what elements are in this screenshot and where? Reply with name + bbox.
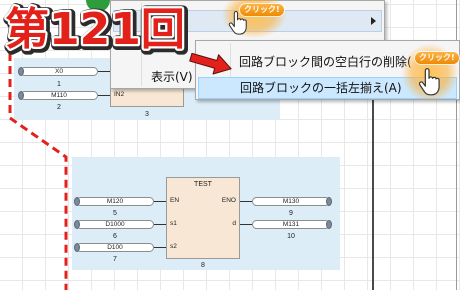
element-number: 8: [201, 262, 205, 269]
device-name: M110: [51, 92, 67, 99]
pin-label: d: [232, 220, 236, 227]
input-device-label[interactable]: M110: [18, 91, 98, 100]
input-device-label[interactable]: M120: [74, 197, 154, 206]
device-name: D100: [107, 244, 123, 251]
wire: [154, 247, 166, 248]
pin-label: IN2: [114, 91, 125, 98]
hand-pointer-icon: [418, 68, 440, 96]
submenu-item-label: 回路ブロック間の空白行の削除(: [239, 55, 412, 69]
wire: [240, 201, 252, 202]
chevron-right-icon: [371, 17, 376, 25]
episode-title: 第121回: [5, 4, 185, 55]
wire: [98, 95, 110, 96]
device-name: M131: [282, 221, 300, 228]
function-block-name: TEST: [194, 181, 212, 188]
element-number: 1: [57, 81, 61, 88]
element-number: 5: [113, 210, 117, 217]
wire: [154, 224, 166, 225]
click-label: クリック!: [415, 52, 459, 64]
pin-label: s1: [170, 220, 177, 227]
function-block-test[interactable]: TEST EN ENO s1 d s2: [166, 177, 240, 259]
device-name: X0: [55, 68, 63, 75]
input-device-label[interactable]: D1000: [74, 220, 154, 229]
element-number: 3: [145, 111, 149, 118]
device-name: D1000: [105, 221, 125, 228]
hand-pointer-icon: [228, 11, 247, 35]
episode-title-badge: 第121回 第121回: [0, 0, 200, 56]
element-number: 2: [57, 104, 61, 111]
device-name: M130: [282, 198, 300, 205]
output-device-label[interactable]: M131: [252, 220, 332, 229]
submenu-item-label: 回路ブロックの一括左揃え(A): [240, 81, 402, 95]
element-number: 9: [289, 210, 293, 217]
pin-label: ENO: [221, 197, 236, 204]
input-device-label[interactable]: D100: [74, 243, 154, 252]
pin-label: s2: [170, 243, 177, 250]
element-number: 7: [113, 256, 117, 263]
element-number: 10: [287, 233, 295, 240]
element-number: 6: [113, 233, 117, 240]
click-badge: クリック!: [402, 44, 459, 102]
menu-item-label: 表示(V): [151, 70, 193, 84]
pin-label: EN: [170, 197, 180, 204]
wire: [154, 201, 166, 202]
click-badge: クリック!: [222, 0, 286, 38]
wire: [240, 224, 252, 225]
device-name: M120: [106, 198, 124, 205]
wire: [98, 71, 110, 72]
output-device-label[interactable]: M130: [252, 197, 332, 206]
input-device-label[interactable]: X0: [18, 67, 98, 76]
